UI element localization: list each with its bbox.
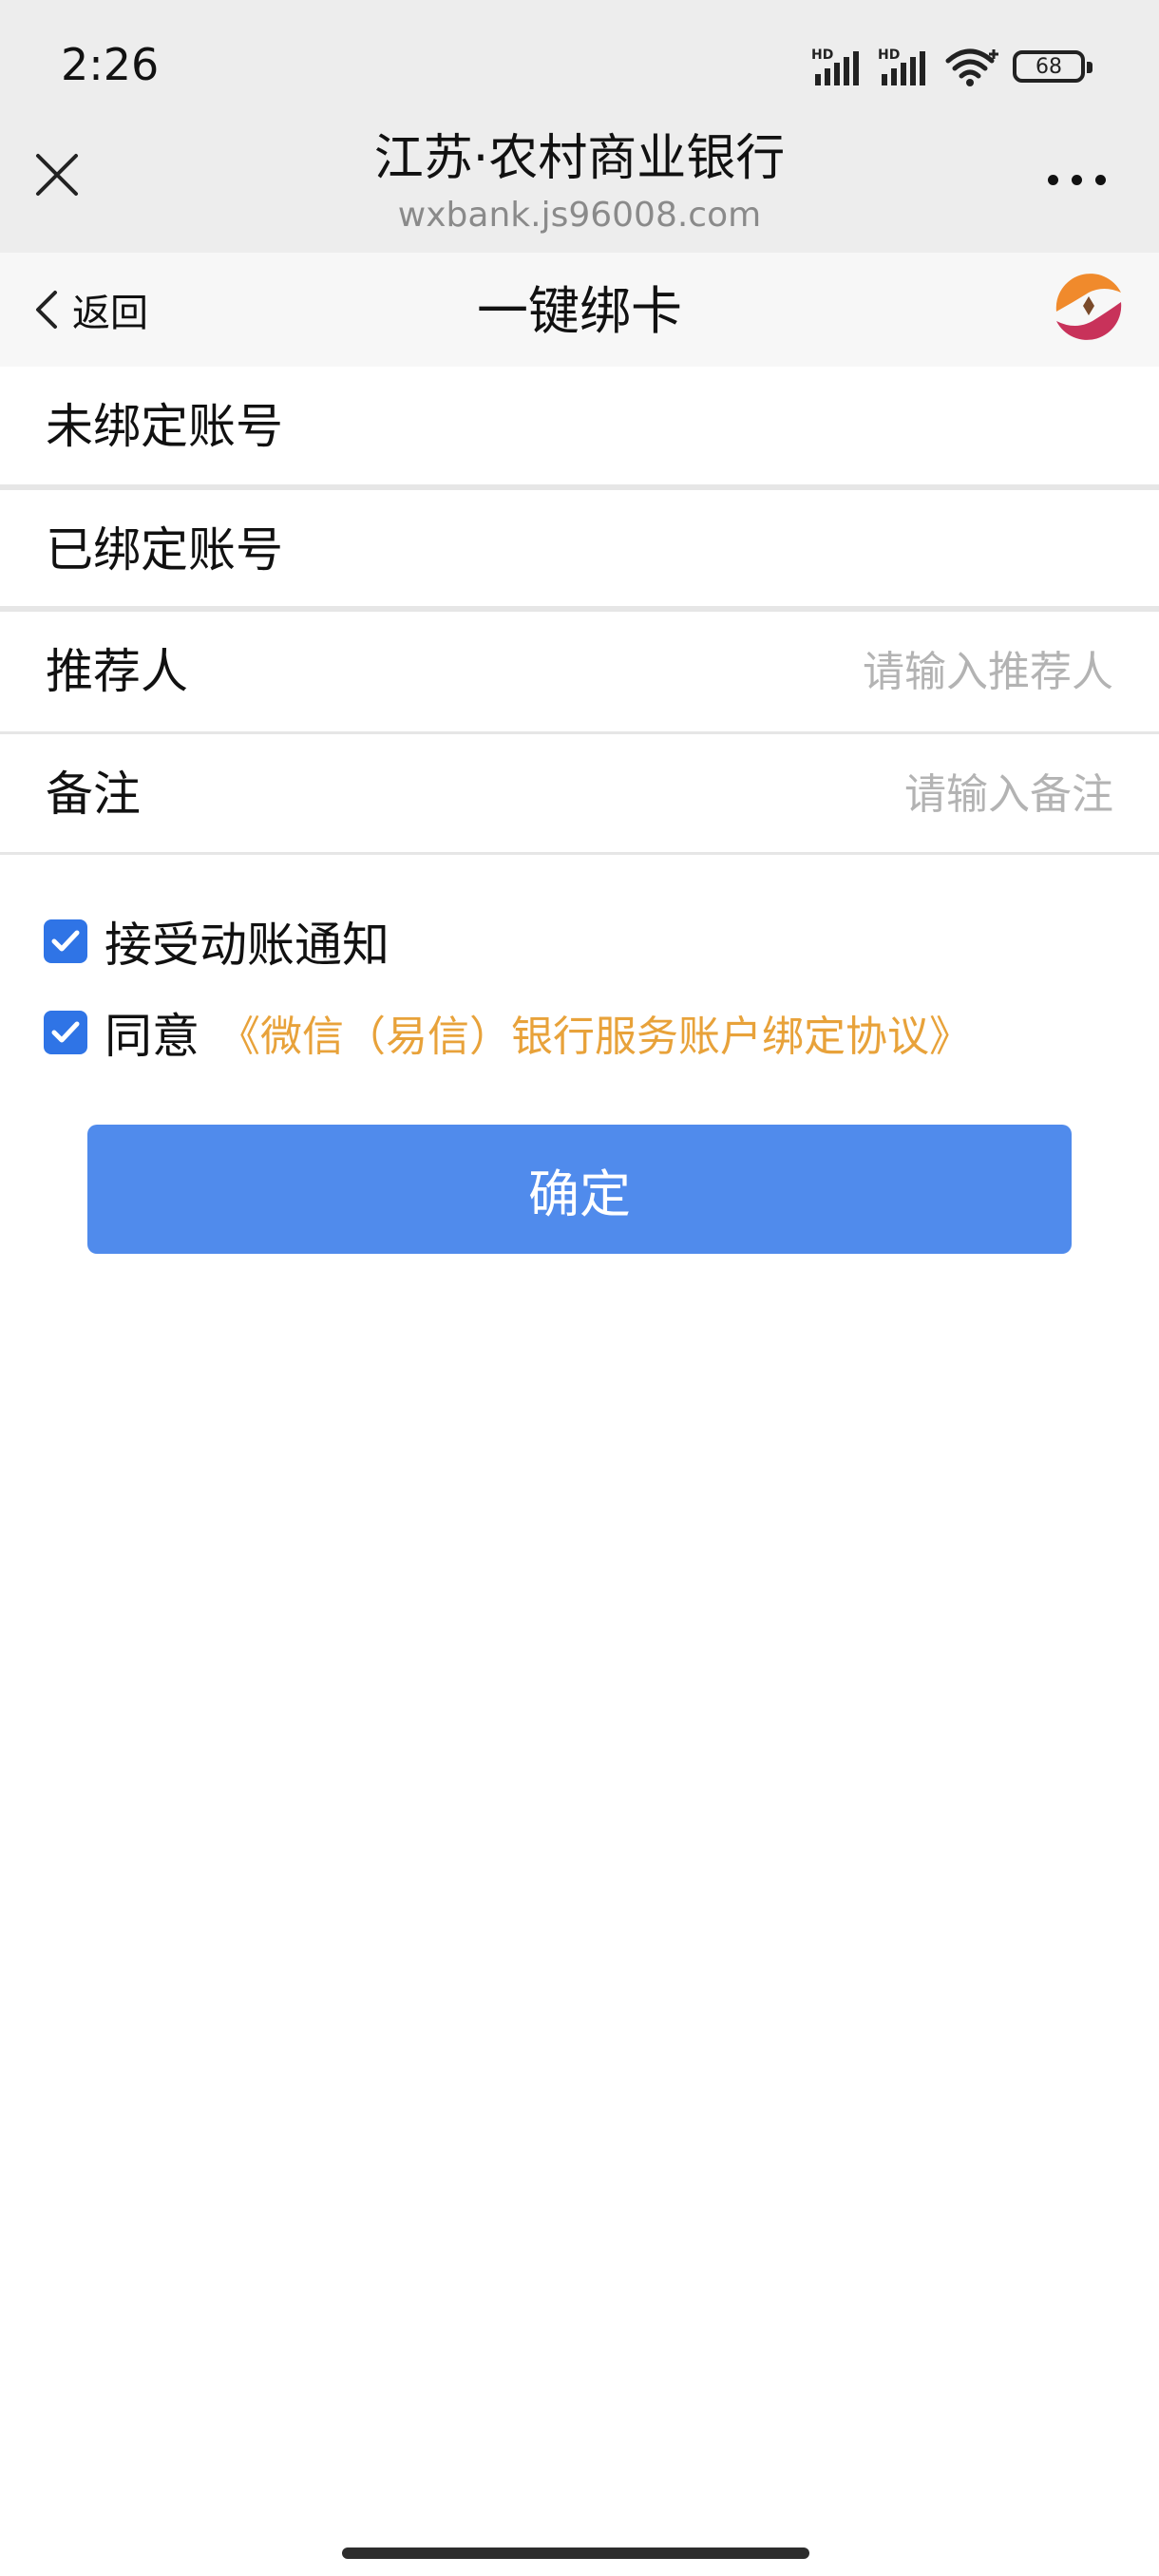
browser-header: 2:26 HD HD 68 江苏·农村商业银行 wxbank.js96008.c… [0,0,1159,253]
close-icon [36,154,78,196]
confirm-button[interactable]: 确定 [87,1125,1072,1254]
referrer-label: 推荐人 [46,644,188,699]
chevron-left-icon [36,291,57,329]
remark-label: 备注 [46,767,141,822]
unbound-account-row[interactable]: 未绑定账号 [0,367,1159,486]
more-icon-dot [1095,175,1106,185]
divider [0,852,1159,855]
page-url: wxbank.js96008.com [397,196,762,235]
hd-signal-icon: HD [811,47,859,85]
agreement-link[interactable]: 《微信（易信）银行服务账户绑定协议》 [218,1002,971,1063]
bank-logo [1055,274,1122,340]
bound-account-row[interactable]: 已绑定账号 [0,490,1159,610]
notify-option[interactable]: 接受动账通知 [44,908,390,975]
notify-checkbox[interactable] [44,919,87,963]
agree-checkbox[interactable] [44,1011,87,1054]
wifi-icon [945,48,998,86]
more-icon [1048,175,1058,185]
more-icon-dot [1072,175,1082,185]
hd-signal-icon: HD [878,47,925,85]
home-indicator [342,2548,809,2559]
remark-row: 备注 [0,734,1159,854]
battery-icon: 68 [1013,50,1092,83]
svg-text:HD: HD [878,47,900,63]
back-label: 返回 [72,292,148,335]
close-button[interactable] [34,152,80,198]
unbound-account-label: 未绑定账号 [46,399,283,454]
agree-label: 同意 [104,1009,200,1064]
back-button[interactable]: 返回 [32,279,148,340]
remark-input[interactable] [543,761,1113,827]
checkmark-icon [51,930,80,952]
more-button[interactable] [1048,175,1106,185]
agree-option: 同意 《微信（易信）银行服务账户绑定协议》 [44,999,971,1066]
status-time: 2:26 [61,39,160,90]
battery-level: 68 [1036,54,1062,79]
page-heading: 江苏·农村商业银行 [373,130,786,187]
referrer-input[interactable] [543,638,1113,705]
svg-text:HD: HD [811,47,833,63]
status-icons: HD HD 68 [811,42,1092,91]
bound-account-label: 已绑定账号 [46,522,283,578]
referrer-row: 推荐人 [0,612,1159,731]
checkmark-icon [51,1021,80,1043]
notify-label: 接受动账通知 [104,918,390,973]
subnav-bar: 返回 一键绑卡 [0,253,1159,367]
subnav-title: 一键绑卡 [477,281,682,341]
